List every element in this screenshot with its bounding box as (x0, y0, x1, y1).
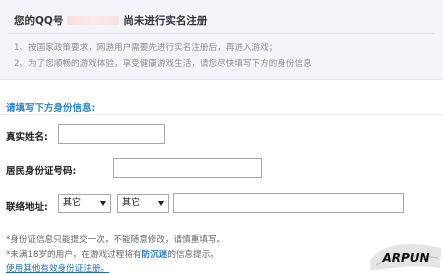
section-title: 请填写下方身份信息: (6, 103, 96, 114)
banner-title-suffix: 尚未进行实名注册 (123, 15, 208, 27)
notice-banner: 您的QQ号 尚未进行实名注册 1、按国家政策要求，网游用户需要先进行实名注册后，再… (0, 0, 443, 80)
province-select[interactable]: 其它 (58, 194, 111, 213)
minor-note-prefix: *未满18岁的用户，在游戏过程将有 (6, 250, 142, 260)
notice-line-2: 2、为了您顺畅的游戏体验，享受健康游戏生活，请您尽快填写下方的身份信息 (14, 59, 312, 69)
notice-line-1: 1、按国家政策要求，网游用户需要先进行实名注册后，再进入游戏； (14, 43, 278, 53)
chevron-down-icon (100, 201, 106, 206)
banner-divider (8, 33, 435, 34)
real-name-input[interactable] (58, 124, 165, 144)
id-number-input[interactable] (113, 158, 262, 178)
section-divider (0, 114, 443, 115)
minor-note-suffix: 的信息提示。 (167, 250, 219, 260)
real-name-label: 真实姓名: (6, 132, 48, 143)
city-select-value: 其它 (122, 198, 141, 208)
id-number-label: 居民身份证号码: (6, 166, 77, 177)
watermark-text: ARPUN (381, 251, 429, 265)
id-submit-note: *身份证信息只能提交一次，不能随意修改，请慎重填写。 (6, 235, 226, 245)
anti-addiction-highlight: 防沉迷 (141, 250, 168, 260)
masked-qq-number (67, 16, 120, 25)
banner-title: 您的QQ号 尚未进行实名注册 (14, 13, 207, 28)
city-select[interactable]: 其它 (117, 194, 169, 213)
use-other-id-link[interactable]: 使用其他有效身份证注册。 (6, 262, 109, 274)
province-select-value: 其它 (63, 198, 82, 208)
minor-user-note: *未满18岁的用户，在游戏过程将有防沉迷的信息提示。 (6, 248, 219, 260)
banner-title-prefix: 您的QQ号 (14, 15, 64, 27)
address-input[interactable] (173, 193, 404, 213)
chevron-down-icon (158, 201, 164, 206)
arpun-watermark-logo: ARPUN (370, 244, 441, 271)
address-label: 联络地址: (6, 202, 48, 213)
